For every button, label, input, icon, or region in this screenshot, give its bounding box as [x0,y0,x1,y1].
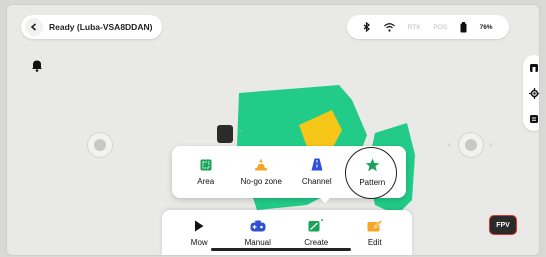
map-tools-rail [523,55,540,131]
popup-caret [319,197,331,203]
right-joystick[interactable] [458,132,484,158]
nav-manual-label: Manual [244,237,271,247]
pos-label: POS [433,23,448,31]
back-button[interactable] [25,18,43,36]
system-status-bar: RTK POS 76% [347,15,509,39]
home-indicator [211,248,351,251]
chevron-left-icon [30,23,37,31]
right-joystick-knob [465,139,477,151]
create-pattern-button[interactable]: Pattern [345,147,399,199]
area-icon [200,159,212,170]
notification-button[interactable] [29,57,45,73]
play-icon [195,220,204,231]
svg-text:~: ~ [239,129,242,135]
wifi-icon [384,22,395,32]
nav-create-button[interactable]: Create [288,219,344,247]
pencil-icon [367,219,383,232]
bell-icon [32,60,42,72]
battery-percentage: 76% [479,23,493,31]
locate-icon[interactable] [528,87,540,99]
map-layer-icon[interactable] [529,63,539,73]
nav-edit-button[interactable]: Edit [347,219,403,247]
nav-manual-button[interactable]: Manual [230,220,286,247]
left-joystick[interactable] [87,132,113,158]
status-pill: Ready (Luba-VSA8DDAN) [21,15,163,39]
rtk-signal-label: RTK [407,23,421,31]
nav-mow-button[interactable]: Mow [171,220,227,247]
create-popup-menu: Area No-go zone Channel Pattern [172,146,406,199]
bluetooth-icon [363,22,371,32]
nav-create-label: Create [304,238,329,247]
cone-icon [255,158,268,171]
fpv-button[interactable]: FPV [489,215,517,235]
fpv-label: FPV [496,221,510,229]
create-area-button[interactable]: Area [179,149,233,195]
battery-icon [460,21,467,32]
gamepad-icon [250,220,266,231]
create-icon [308,219,324,232]
joystick-left-arrow-icon: ‹ [448,140,451,149]
device-status-text: Ready (Luba-VSA8DDAN) [49,22,153,32]
create-area-label: Area [197,176,215,186]
mower-marker [217,125,233,143]
road-icon [311,158,323,171]
joystick-right-arrow-icon: › [489,140,492,149]
left-joystick-knob [94,139,106,151]
create-pattern-label: Pattern [359,177,386,187]
nav-mow-label: Mow [190,237,208,247]
create-channel-label: Channel [301,177,332,186]
create-no-go-zone-label: No-go zone [240,177,282,186]
star-icon [365,158,380,171]
nav-edit-label: Edit [367,238,382,247]
list-icon[interactable] [529,114,539,124]
app-screen: ~ Ready (Luba-VSA8DDAN) RTK POS 76% ‹ › [6,4,540,256]
create-no-go-zone-button[interactable]: No-go zone [234,149,288,195]
create-channel-button[interactable]: Channel [290,149,344,195]
